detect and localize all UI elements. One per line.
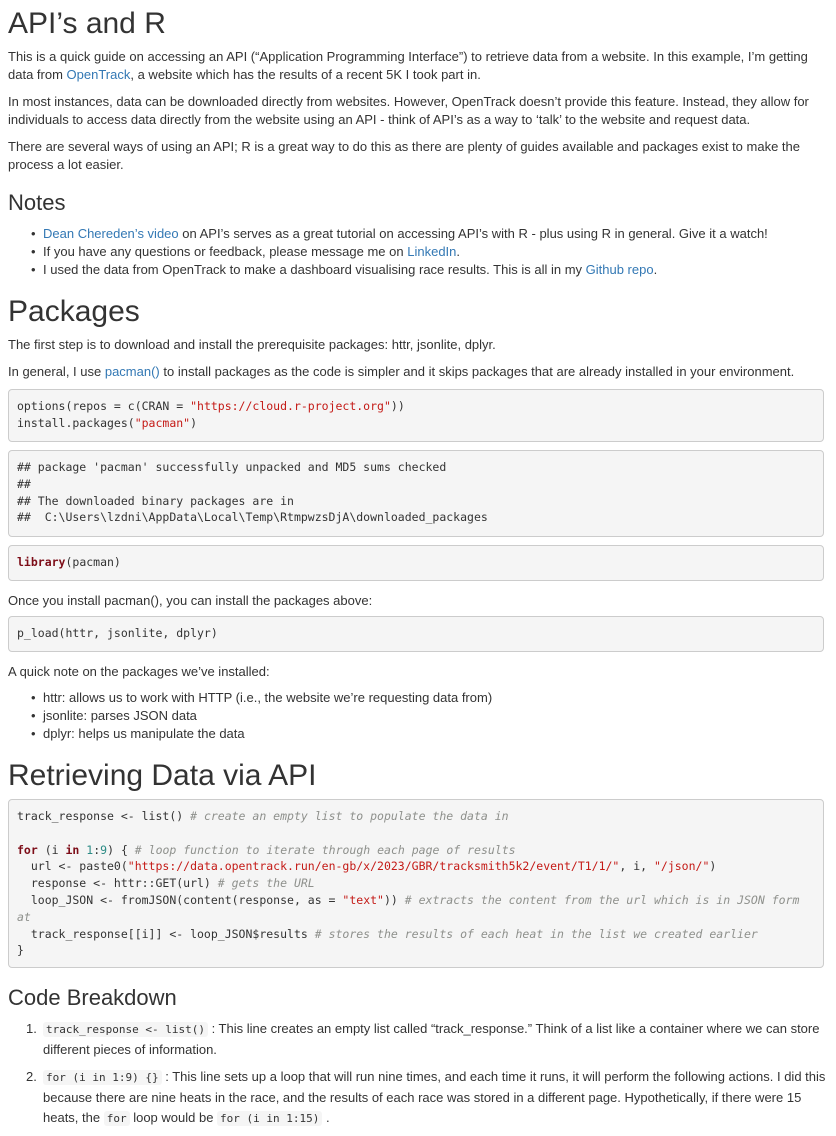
list-item: I used the data from OpenTrack to make a… <box>8 261 826 279</box>
list-item: If you have any questions or feedback, p… <box>8 243 826 261</box>
packages-paragraph-3: Once you install pacman(), you can insta… <box>8 593 373 608</box>
code-block-library: library(pacman) <box>8 545 824 581</box>
code-output-install: ## package 'pacman' successfully unpacke… <box>8 450 824 537</box>
code-breakdown-heading: Code Breakdown <box>8 985 177 1010</box>
linkedin-link[interactable]: LinkedIn <box>407 244 456 259</box>
code-block-p-load: p_load(httr, jsonlite, dplyr) <box>8 616 824 652</box>
intro-paragraph-1: This is a quick guide on accessing an AP… <box>8 49 808 82</box>
packages-list: httr: allows us to work with HTTP (i.e.,… <box>8 689 826 743</box>
list-item: dplyr: helps us manipulate the data <box>8 725 826 743</box>
list-item: jsonlite: parses JSON data <box>8 707 826 725</box>
code-block-install: options(repos = c(CRAN = "https://cloud.… <box>8 389 824 442</box>
list-item: Dean Chereden’s video on API’s serves as… <box>8 225 826 243</box>
intro-paragraph-3: There are several ways of using an API; … <box>8 139 800 172</box>
notes-heading: Notes <box>8 190 66 215</box>
packages-paragraph-1: The first step is to download and instal… <box>8 337 496 352</box>
list-item: 1. track_response <- list() : This line c… <box>26 1021 820 1057</box>
list-item: httr: allows us to work with HTTP (i.e.,… <box>8 689 826 707</box>
pacman-link[interactable]: pacman() <box>105 364 160 379</box>
github-repo-link[interactable]: Github repo <box>586 262 654 277</box>
packages-paragraph-2: In general, I use pacman() to install pa… <box>8 364 795 379</box>
packages-heading: Packages <box>8 295 140 328</box>
page-title: API’s and R <box>8 7 166 40</box>
notes-list: Dean Chereden’s video on API’s serves as… <box>8 225 826 279</box>
opentrack-link[interactable]: OpenTrack <box>67 67 131 82</box>
retrieving-heading: Retrieving Data via API <box>8 759 317 792</box>
intro-paragraph-2: In most instances, data can be downloade… <box>8 94 809 127</box>
packages-paragraph-4: A quick note on the packages we’ve insta… <box>8 664 270 679</box>
breakdown-list: 1. track_response <- list() : This line c… <box>8 1019 826 1136</box>
list-item: 2. for (i in 1:9) {} : This line sets up … <box>26 1069 826 1126</box>
code-block-retrieve: track_response <- list() # create an emp… <box>8 799 824 968</box>
video-link[interactable]: Dean Chereden’s video <box>43 226 179 241</box>
